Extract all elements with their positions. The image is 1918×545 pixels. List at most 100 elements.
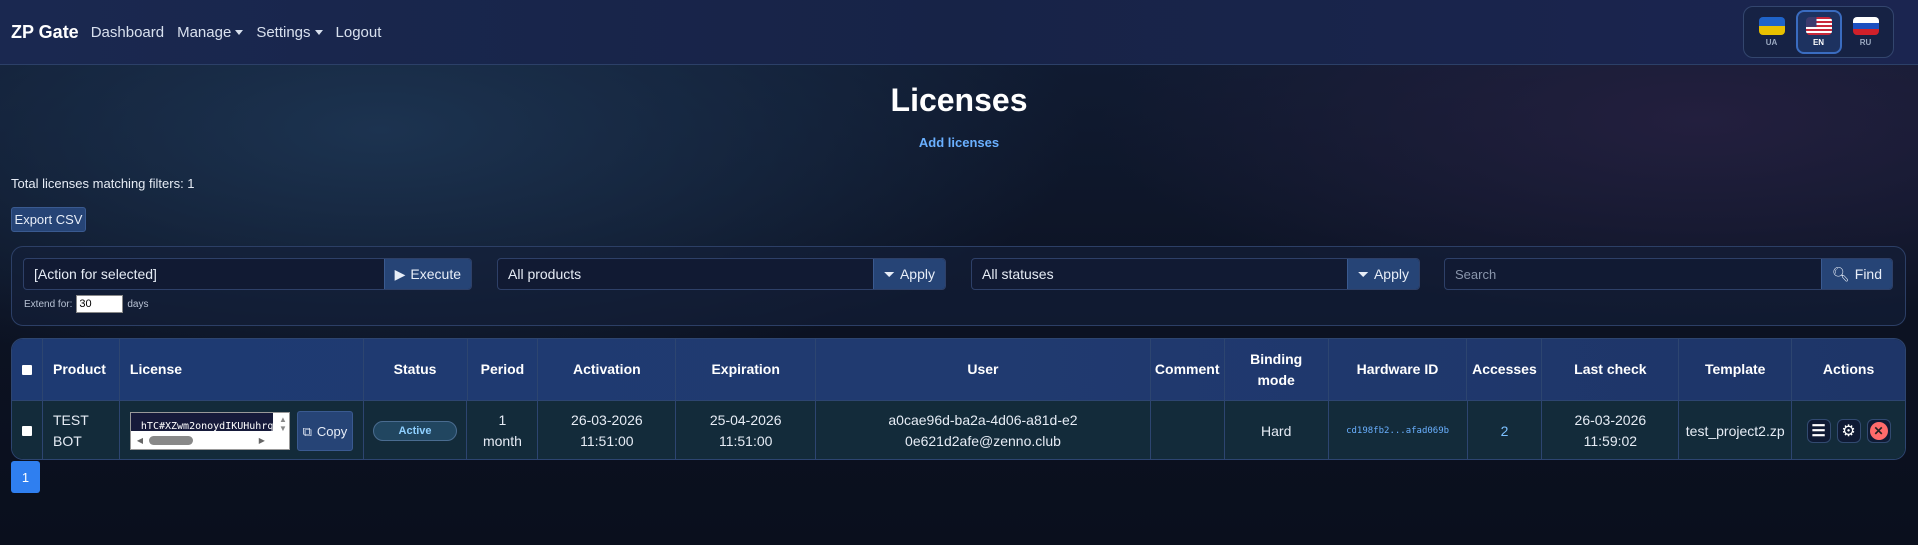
cell-binding-mode: Hard [1225,401,1329,459]
apply-status-button[interactable]: ⏷ Apply [1346,259,1419,289]
license-key: hTC#XZwm2onoydIKUHuhrq [130,413,273,431]
nav-settings-label: Settings [256,23,311,41]
apply-label: Apply [1373,266,1409,282]
license-textarea[interactable]: hTC#XZwm2onoydIKUHuhrq ▲ ▼ ◀ ▶ [129,412,290,450]
header-template[interactable]: Template [1679,339,1793,400]
apply-product-button[interactable]: ⏷ Apply [872,259,945,289]
execute-button[interactable]: ▶ Execute [383,259,471,289]
search-icon: 🔍︎ [1831,265,1850,282]
details-button[interactable]: ☰ [1806,419,1831,443]
status-badge: Active [373,421,458,441]
lang-ru[interactable]: RU [1843,10,1889,54]
activation-time: 11:51:00 [580,433,634,449]
russia-flag-icon [1852,17,1879,35]
table-row: TEST BOT hTC#XZwm2onoydIKUHuhrq ▲ ▼ ◀ ▶ ⧉ C… [12,400,1905,459]
row-checkbox[interactable] [21,426,32,436]
filter-icon: ⏷ [1357,265,1369,282]
expiration-time: 11:51:00 [718,433,773,449]
header-user[interactable]: User [816,339,1151,400]
header-activation[interactable]: Activation [538,339,677,400]
header-binding-mode[interactable]: Binding mode [1225,339,1329,400]
cell-license: hTC#XZwm2onoydIKUHuhrq ▲ ▼ ◀ ▶ ⧉ Copy [120,401,364,459]
cell-last-check: 26-03-2026 11:59:02 [1542,401,1680,459]
nav-dashboard[interactable]: Dashboard [91,24,164,41]
pagination-page-1[interactable]: 1 [11,461,40,493]
last-check-time: 11:59:02 [1583,433,1638,449]
lang-en[interactable]: EN [1795,10,1842,54]
filter-panel: [Action for selected] ▶ Execute All produ… [11,246,1906,326]
header-hardware-id[interactable]: Hardware ID [1329,339,1468,400]
header-status[interactable]: Status [364,339,468,400]
ukraine-flag-icon [1758,17,1785,35]
close-circle-icon: ✕ [1869,422,1888,440]
cell-expiration: 25-04-2026 11:51:00 [676,401,817,459]
lang-ua[interactable]: UA [1749,10,1795,54]
cell-actions: ☰ ⚙ ✕ [1792,401,1905,459]
total-count: Total licenses matching filters: 1 [11,176,195,191]
execute-label: Execute [410,266,461,282]
copy-label: Copy [316,423,348,439]
header-period[interactable]: Period [468,339,539,400]
last-check-date: 26-03-2026 [1574,412,1647,428]
status-select[interactable]: All statuses [972,259,1347,289]
header-accesses[interactable]: Accesses [1467,339,1543,400]
header-comment[interactable]: Comment [1151,339,1225,400]
nav-manage[interactable]: Manage [177,23,244,41]
extend-row: Extend for: days [24,295,148,313]
cell-period: 1 month [467,401,539,459]
us-flag-icon [1805,17,1832,35]
horizontal-scrollbar[interactable]: ◀ ▶ [137,434,265,446]
cell-activation: 26-03-2026 11:51:00 [538,401,677,459]
nav-settings[interactable]: Settings [256,23,323,41]
extend-days-input[interactable] [76,295,124,313]
extend-label: Extend for: [24,298,73,310]
header-last-check[interactable]: Last check [1542,339,1680,400]
header-actions: Actions [1822,361,1875,377]
row-select-cell [12,401,43,459]
select-all-cell [12,339,43,400]
nav-logout[interactable]: Logout [336,24,382,41]
add-licenses-link[interactable]: Add licenses [0,135,1918,150]
table-header: Product License Status Period Activation… [12,339,1905,400]
add-licenses-label[interactable]: Add licenses [919,135,999,150]
cell-status: Active [364,401,468,459]
cell-comment [1151,401,1225,459]
nav-manage-label: Manage [177,23,232,41]
extend-unit: days [127,298,149,310]
search-group: Search 🔍︎ Find [1444,258,1893,290]
page-title: Licenses [890,82,1028,118]
find-button[interactable]: 🔍︎ Find [1820,259,1892,289]
cell-user: a0cae96d-ba2a-4d06-a81d-e20e621d2afe@zen… [816,401,1151,459]
gear-icon: ⚙ [1841,422,1856,440]
brand-logo[interactable]: ZP Gate [11,22,79,43]
find-label: Find [1854,266,1882,282]
vertical-scrollbar[interactable]: ▲ ▼ [279,415,287,433]
action-select[interactable]: [Action for selected] [24,259,384,289]
product-group: All products ⏷ Apply [497,258,946,290]
apply-label: Apply [899,266,935,282]
status-group: All statuses ⏷ Apply [971,258,1420,290]
copy-button[interactable]: ⧉ Copy [296,411,353,451]
select-all-checkbox[interactable] [21,364,32,375]
cell-product: TEST BOT [43,401,120,459]
cell-hardware-id: cd198fb2...afad069b [1329,401,1468,459]
cell-template: test_project2.zp [1679,401,1793,459]
lang-ru-label: RU [1859,38,1872,47]
delete-button[interactable]: ✕ [1866,419,1891,443]
play-icon: ▶ [394,265,406,282]
header-product[interactable]: Product [43,339,120,400]
hardware-id[interactable]: cd198fb2...afad069b [1346,421,1449,442]
header-license[interactable]: License [120,339,364,400]
list-icon: ☰ [1811,422,1826,440]
settings-button[interactable]: ⚙ [1836,419,1861,443]
lang-ua-label: UA [1765,38,1778,47]
cell-accesses[interactable]: 2 [1468,401,1543,459]
header-expiration[interactable]: Expiration [676,339,817,400]
search-input[interactable]: Search [1445,259,1821,289]
lang-en-label: EN [1812,38,1825,47]
language-switcher: UA EN RU [1743,6,1894,58]
expiration-date: 25-04-2026 [709,412,782,428]
product-select[interactable]: All products [498,259,873,289]
export-csv-button[interactable]: Export CSV [11,207,86,232]
caret-down-icon [314,30,323,36]
